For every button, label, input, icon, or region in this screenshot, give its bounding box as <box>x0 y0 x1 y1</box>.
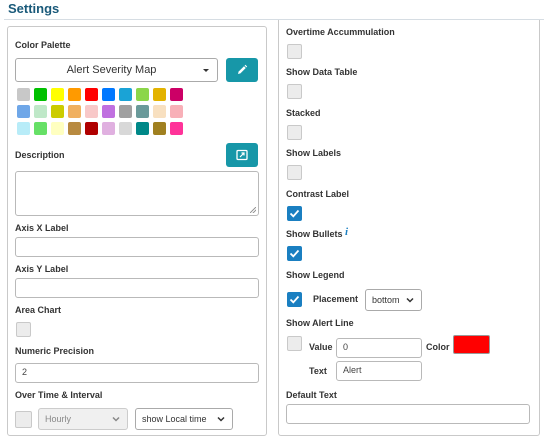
area-chart-checkbox[interactable] <box>16 322 31 337</box>
time-zone-select[interactable]: show Local time <box>135 408 233 430</box>
show-alert-line-checkbox[interactable] <box>287 336 302 351</box>
area-chart-label: Area Chart <box>15 305 62 315</box>
color-swatch[interactable] <box>119 105 132 118</box>
default-text-label: Default Text <box>286 390 337 400</box>
color-swatch[interactable] <box>51 122 64 135</box>
interval-value: Hourly <box>45 414 72 424</box>
color-swatch[interactable] <box>136 88 149 101</box>
stacked-label: Stacked <box>286 108 321 118</box>
color-palette-value: Alert Severity Map <box>66 64 157 76</box>
chevron-down-icon <box>112 416 120 422</box>
color-swatch[interactable] <box>17 105 30 118</box>
color-swatch[interactable] <box>119 88 132 101</box>
expand-description-button[interactable] <box>226 143 258 167</box>
placement-value: bottom <box>372 295 400 305</box>
edit-palette-button[interactable] <box>226 58 258 82</box>
color-swatch[interactable] <box>136 105 149 118</box>
alert-text-input[interactable]: Alert <box>336 361 422 381</box>
color-swatch[interactable] <box>85 88 98 101</box>
show-data-table-checkbox[interactable] <box>287 84 302 99</box>
color-swatch[interactable] <box>85 122 98 135</box>
color-swatch[interactable] <box>17 88 30 101</box>
axis-y-label: Axis Y Label <box>15 264 69 274</box>
time-zone-value: show Local time <box>142 414 207 424</box>
alert-value-label: Value <box>309 342 333 352</box>
color-swatch[interactable] <box>153 88 166 101</box>
color-swatch[interactable] <box>102 105 115 118</box>
color-swatch[interactable] <box>34 88 47 101</box>
axis-x-input[interactable] <box>15 237 259 257</box>
right-settings-panel: Overtime Accummulation Show Data Table S… <box>278 20 540 436</box>
contrast-label-label: Contrast Label <box>286 189 350 199</box>
show-data-table-label: Show Data Table <box>286 67 358 77</box>
overtime-accumulation-checkbox[interactable] <box>287 44 302 59</box>
show-legend-label: Show Legend <box>286 270 345 280</box>
show-legend-checkbox[interactable] <box>287 292 302 307</box>
chevron-down-icon <box>217 416 225 422</box>
axis-y-input[interactable] <box>15 278 259 298</box>
color-palette-label: Color Palette <box>15 40 71 50</box>
show-bullets-label: Show Bullets <box>286 229 343 239</box>
over-time-checkbox[interactable] <box>15 411 32 428</box>
alert-color-picker[interactable] <box>453 335 490 354</box>
description-label: Description <box>15 150 65 160</box>
color-swatch[interactable] <box>153 122 166 135</box>
show-bullets-checkbox[interactable] <box>287 246 302 261</box>
show-labels-checkbox[interactable] <box>287 165 302 180</box>
color-swatch[interactable] <box>68 122 81 135</box>
page-title: Settings <box>8 1 60 16</box>
popout-icon <box>236 149 248 161</box>
color-swatch[interactable] <box>119 122 132 135</box>
color-swatch[interactable] <box>136 122 149 135</box>
checkmark-icon <box>289 295 300 304</box>
color-swatch[interactable] <box>102 88 115 101</box>
color-swatch[interactable] <box>51 88 64 101</box>
alert-text-label: Text <box>309 366 327 376</box>
show-alert-line-label: Show Alert Line <box>286 318 354 328</box>
info-icon[interactable]: i <box>345 226 348 238</box>
interval-select[interactable]: Hourly <box>38 408 128 430</box>
alert-color-label: Color <box>426 342 450 352</box>
color-swatch[interactable] <box>102 122 115 135</box>
stacked-checkbox[interactable] <box>287 125 302 140</box>
description-textarea[interactable] <box>15 171 259 216</box>
placement-label: Placement <box>313 294 359 304</box>
color-swatch[interactable] <box>51 105 64 118</box>
color-swatch[interactable] <box>68 105 81 118</box>
chevron-down-icon <box>203 69 209 72</box>
numeric-precision-label: Numeric Precision <box>15 346 95 356</box>
color-swatch[interactable] <box>34 122 47 135</box>
numeric-precision-input[interactable]: 2 <box>15 363 259 383</box>
alert-value-input[interactable]: 0 <box>336 338 422 358</box>
default-text-input[interactable] <box>286 404 530 424</box>
color-swatch[interactable] <box>153 105 166 118</box>
color-palette-select[interactable]: Alert Severity Map <box>15 58 218 82</box>
left-settings-panel: Color Palette Alert Severity Map Descrip… <box>7 26 267 436</box>
pencil-icon <box>238 64 248 74</box>
color-swatch[interactable] <box>170 105 183 118</box>
color-swatch[interactable] <box>68 88 81 101</box>
contrast-label-checkbox[interactable] <box>287 206 302 221</box>
checkmark-icon <box>289 209 300 218</box>
overtime-accumulation-label: Overtime Accummulation <box>286 27 395 37</box>
checkmark-icon <box>289 249 300 258</box>
color-swatch[interactable] <box>170 88 183 101</box>
placement-select[interactable]: bottom <box>365 289 422 311</box>
axis-x-label: Axis X Label <box>15 223 69 233</box>
show-labels-label: Show Labels <box>286 148 342 158</box>
chevron-down-icon <box>406 297 414 303</box>
color-swatch[interactable] <box>85 105 98 118</box>
color-swatch[interactable] <box>17 122 30 135</box>
color-swatch[interactable] <box>34 105 47 118</box>
resize-handle-icon[interactable] <box>250 207 256 213</box>
over-time-label: Over Time & Interval <box>15 390 103 400</box>
color-swatch[interactable] <box>170 122 183 135</box>
